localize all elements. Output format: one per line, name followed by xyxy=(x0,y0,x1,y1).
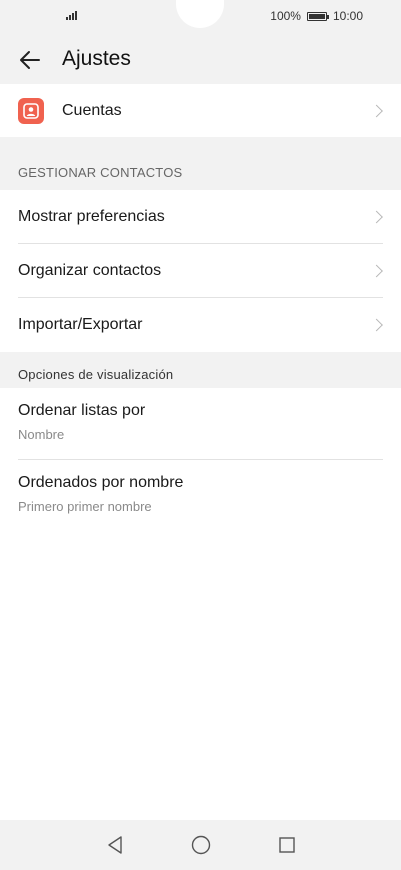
page-title: Ajustes xyxy=(62,47,131,70)
accounts-label: Cuentas xyxy=(62,101,122,119)
organize-contacts-label: Organizar contactos xyxy=(18,262,162,279)
sort-lists-value: Nombre xyxy=(18,427,65,442)
sorted-by-name-value: Primero primer nombre xyxy=(18,499,152,514)
accounts-card: Cuentas xyxy=(0,84,401,137)
arrow-left-icon[interactable] xyxy=(18,48,42,72)
square-recents-icon[interactable] xyxy=(273,831,301,859)
accounts-row[interactable]: Cuentas xyxy=(0,84,401,137)
battery-level xyxy=(308,13,325,19)
chevron-right-icon xyxy=(370,318,383,332)
status-bar: 100% 10:00 xyxy=(0,0,401,34)
camera-notch xyxy=(176,0,224,28)
import-export-row[interactable]: Importar/Exportar xyxy=(0,298,401,352)
chevron-right-icon xyxy=(370,264,383,278)
battery-percent: 100% xyxy=(270,9,301,23)
app-header: Ajustes xyxy=(0,34,401,84)
battery-icon xyxy=(306,11,329,21)
navigation-bar xyxy=(0,820,401,870)
content-background xyxy=(0,530,401,820)
triangle-back-icon[interactable] xyxy=(101,831,129,859)
section-manage-contacts: GESTIONAR CONTACTOS xyxy=(18,165,183,180)
manage-contacts-card: Mostrar preferencias Organizar contactos… xyxy=(0,190,401,352)
clock: 10:00 xyxy=(332,9,363,23)
chevron-right-icon xyxy=(370,104,383,117)
section-display-options: Opciones de visualización xyxy=(18,367,174,382)
sort-lists-row[interactable]: Ordenar listas por Nombre xyxy=(0,388,401,460)
organize-contacts-row[interactable]: Organizar contactos xyxy=(0,244,401,298)
sorted-by-name-row[interactable]: Ordenados por nombre Primero primer nomb… xyxy=(0,460,401,532)
signal-icon xyxy=(66,10,77,20)
circle-home-icon[interactable] xyxy=(187,831,215,859)
chevron-right-icon xyxy=(370,210,383,224)
display-options-card: Ordenar listas por Nombre Ordenados por … xyxy=(0,388,401,530)
show-preferences-row[interactable]: Mostrar preferencias xyxy=(0,190,401,244)
import-export-label: Importar/Exportar xyxy=(18,316,143,333)
show-preferences-label: Mostrar preferencias xyxy=(18,208,165,225)
sorted-by-name-title: Ordenados por nombre xyxy=(18,474,184,491)
status-right: 100% 10:00 xyxy=(270,9,363,23)
sort-lists-title: Ordenar listas por xyxy=(18,402,146,419)
contact-account-icon xyxy=(18,97,44,124)
